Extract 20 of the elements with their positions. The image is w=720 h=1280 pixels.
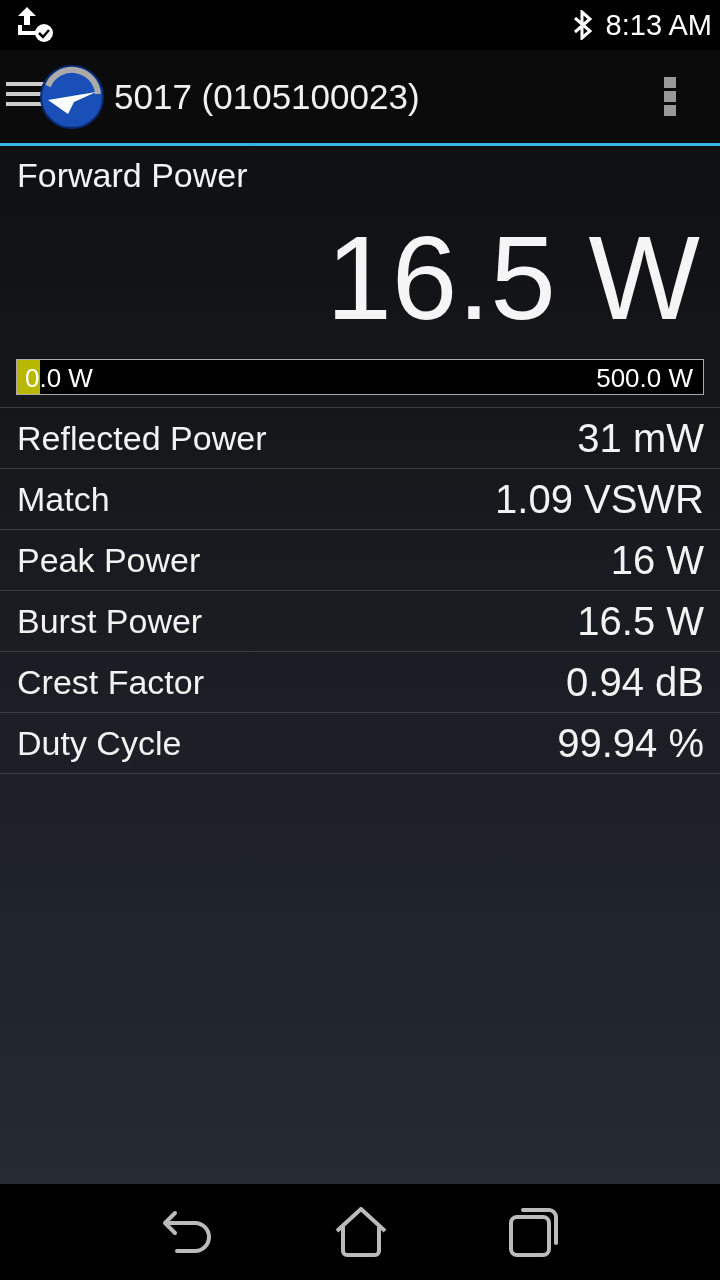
measurement-label: Crest Factor — [17, 662, 205, 702]
measurement-label: Duty Cycle — [17, 723, 182, 763]
app-logo-icon[interactable] — [4, 63, 104, 130]
reading-label: Forward Power — [17, 156, 249, 195]
measurement-value: 1.09 VSWR — [495, 476, 704, 522]
measurement-label: Match — [17, 479, 110, 519]
measurement-value: 0.94 dB — [566, 659, 704, 705]
measurement-value: 99.94 % — [557, 720, 704, 766]
measurement-value: 16.5 W — [577, 598, 704, 644]
device-title: 5017 (0105100023) — [114, 76, 420, 117]
measurement-value: 16 W — [610, 537, 704, 583]
reading-value: 16.5 W — [326, 219, 701, 337]
measurement-value: 31 mW — [577, 415, 704, 461]
measurement-label: Reflected Power — [17, 418, 267, 458]
measurement-label: Peak Power — [17, 540, 201, 580]
clock-time: 8:13 AM — [605, 8, 712, 42]
measurement-label: Burst Power — [17, 601, 203, 641]
meter-max-label: 500.0 W — [596, 363, 693, 394]
upload-done-icon — [16, 7, 54, 43]
bluetooth-icon — [571, 10, 594, 40]
